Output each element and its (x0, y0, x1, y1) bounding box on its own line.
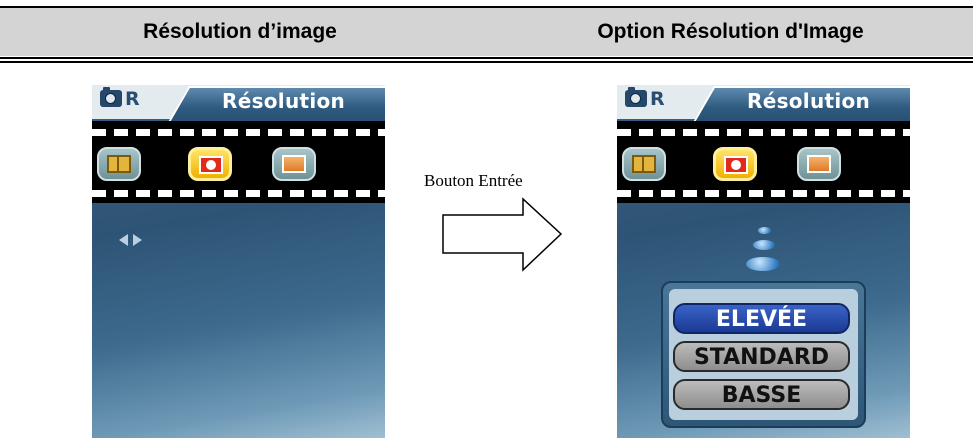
sharpness-icon[interactable] (797, 147, 841, 181)
menu-tab-bar: R Résolution (92, 85, 385, 124)
option-low[interactable]: BASSE (673, 379, 850, 410)
menu-tab-bar: R Résolution (617, 85, 910, 124)
film-perforations (617, 129, 910, 136)
resolution-tab-label: Résolution (747, 89, 871, 113)
bubble-connector-icon (746, 257, 780, 271)
film-perforations (92, 190, 385, 197)
camera-screen-resolution: R Résolution (92, 85, 385, 438)
film-perforations (92, 129, 385, 136)
icon-filmstrip (92, 121, 385, 203)
option-high[interactable]: ELEVÉE (673, 303, 850, 334)
camera-icon (100, 87, 122, 107)
table-header: Résolution d’image Option Résolution d'I… (0, 8, 973, 56)
sharpness-icon[interactable] (272, 147, 316, 181)
bubble-connector-icon (758, 227, 771, 234)
resolution-icon[interactable] (622, 147, 666, 181)
camera-screen-resolution-options: R Résolution ELEVÉE STANDARD BASSE (617, 85, 910, 438)
header-rule (0, 57, 973, 59)
enter-button-label: Bouton Entrée (424, 171, 523, 190)
left-column-heading: Résolution d’image (143, 20, 337, 43)
quality-icon[interactable] (713, 147, 757, 181)
option-standard[interactable]: STANDARD (673, 341, 850, 372)
resolution-icon[interactable] (97, 147, 141, 181)
right-column-heading: Option Résolution d'Image (597, 20, 864, 43)
film-perforations (617, 190, 910, 197)
quality-icon[interactable] (188, 147, 232, 181)
camera-icon (625, 87, 647, 107)
mode-letter: R (125, 88, 140, 110)
icon-filmstrip (617, 121, 910, 203)
left-right-arrows-icon (119, 234, 149, 246)
resolution-options-panel: ELEVÉE STANDARD BASSE (661, 281, 866, 428)
mode-letter: R (650, 88, 665, 110)
right-arrow-icon (442, 197, 563, 272)
bubble-connector-icon (753, 240, 775, 250)
resolution-tab-label: Résolution (222, 89, 346, 113)
header-rule-double (0, 61, 973, 63)
